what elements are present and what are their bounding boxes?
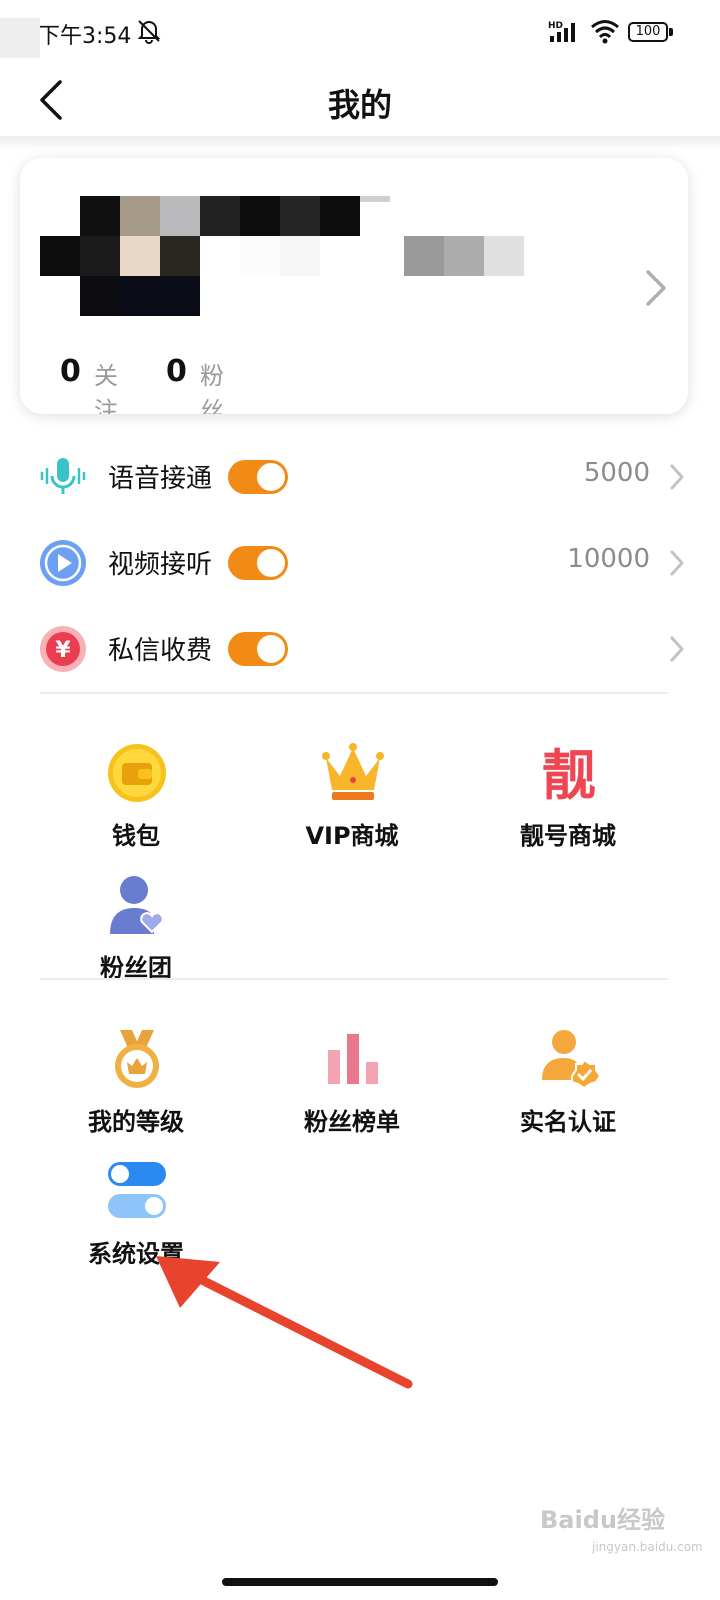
blurred-strip xyxy=(0,18,40,58)
grid-item-real-name-verification[interactable]: 实名认证 xyxy=(468,1028,668,1148)
crown-icon xyxy=(322,743,384,800)
yen-icon: ¥ xyxy=(40,626,86,672)
private-message-fee-row[interactable]: ¥ 私信收费 xyxy=(0,610,720,690)
chevron-right-icon[interactable] xyxy=(668,462,686,492)
bar-ranking-icon xyxy=(328,1034,378,1084)
fans-count[interactable]: 0 xyxy=(166,354,187,389)
svg-text:¥: ¥ xyxy=(55,638,71,663)
video-call-row[interactable]: 视频接听 10000 xyxy=(0,524,720,604)
page-title: 我的 xyxy=(327,86,392,124)
voice-call-label: 语音接通 xyxy=(108,464,213,494)
status-time: 下午3:54 xyxy=(38,24,132,49)
play-icon xyxy=(40,540,86,586)
liang-character-icon: 靓 xyxy=(542,744,596,804)
nav-header: 我的 xyxy=(0,66,720,138)
vip-mall-label: VIP商城 xyxy=(305,822,399,850)
svg-text:靓: 靓 xyxy=(542,744,596,804)
home-indicator[interactable] xyxy=(222,1578,498,1586)
toggle-settings-icon xyxy=(108,1162,166,1218)
real-name-verification-label: 实名认证 xyxy=(520,1108,616,1136)
battery-icon: 100 xyxy=(628,22,674,42)
fans-label[interactable]: 粉丝 xyxy=(200,356,224,414)
wallet-label: 钱包 xyxy=(112,822,160,850)
voice-call-price: 5000 xyxy=(583,458,650,488)
chevron-right-icon[interactable] xyxy=(642,266,670,310)
grid-item-fan-group[interactable]: 粉丝团 xyxy=(36,874,236,994)
chevron-right-icon[interactable] xyxy=(668,548,686,578)
my-level-label: 我的等级 xyxy=(88,1108,184,1136)
following-count[interactable]: 0 xyxy=(60,354,81,389)
fan-group-icon xyxy=(110,876,164,934)
divider xyxy=(40,692,668,694)
grid-item-vip-mall[interactable]: VIP商城 xyxy=(252,742,452,862)
video-call-label: 视频接听 xyxy=(108,550,213,580)
cellular-signal-icon: HD xyxy=(548,21,575,42)
baidu-watermark-url: jingyan.baidu.com xyxy=(592,1540,703,1554)
grid-item-premium-id-mall[interactable]: 靓 靓号商城 xyxy=(468,742,668,862)
video-call-toggle[interactable] xyxy=(228,546,288,580)
microphone-icon xyxy=(40,458,86,494)
baidu-watermark: Baidu经验 xyxy=(540,1506,665,1534)
grid-item-wallet[interactable]: 钱包 xyxy=(36,742,236,862)
fan-ranking-label: 粉丝榜单 xyxy=(304,1108,400,1136)
verified-user-icon xyxy=(542,1030,600,1090)
profile-card[interactable]: 0 关注 0 粉丝 xyxy=(20,158,688,414)
network-type-label: HD xyxy=(548,21,563,31)
private-message-fee-toggle[interactable] xyxy=(228,632,288,666)
status-bar: 下午3:54 HD 100 xyxy=(0,0,720,66)
battery-level: 100 xyxy=(628,22,668,42)
bell-off-icon xyxy=(137,20,161,44)
voice-call-row[interactable]: 语音接通 5000 xyxy=(0,438,720,518)
grid-item-my-level[interactable]: 我的等级 xyxy=(36,1028,236,1148)
wallet-icon xyxy=(108,744,166,802)
divider xyxy=(40,978,668,980)
premium-id-mall-label: 靓号商城 xyxy=(520,822,616,850)
grid-item-fan-ranking[interactable]: 粉丝榜单 xyxy=(252,1028,452,1148)
voice-call-toggle[interactable] xyxy=(228,460,288,494)
chevron-right-icon[interactable] xyxy=(668,634,686,664)
header-shadow xyxy=(0,136,720,150)
annotation-arrow xyxy=(156,1256,413,1389)
private-message-fee-label: 私信收费 xyxy=(108,636,213,666)
wifi-icon xyxy=(591,20,619,44)
video-call-price: 10000 xyxy=(567,544,650,574)
medal-icon xyxy=(115,1030,159,1088)
following-label[interactable]: 关注 xyxy=(94,356,118,414)
